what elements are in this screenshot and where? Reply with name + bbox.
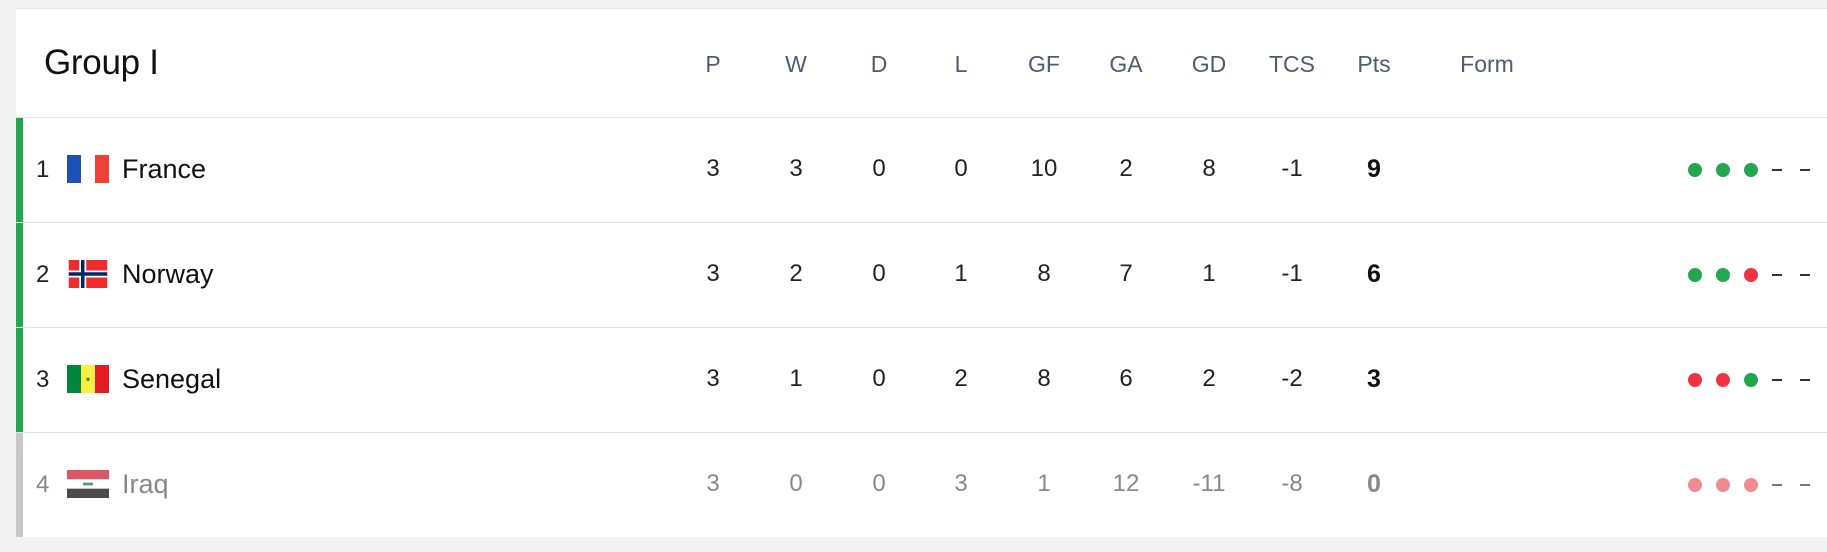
stat-lost: 1 [954,260,968,287]
stat-drawn: 0 [872,365,886,392]
stat-points: 3 [1367,365,1381,393]
stat-goals-for: 8 [1037,365,1051,392]
position: 4 [36,471,50,498]
stat-goals-against: 7 [1119,260,1133,287]
stat-played: 3 [706,260,720,287]
form-guide [1688,265,1827,285]
position: 2 [36,261,50,288]
form-loss-icon [1744,478,1758,492]
form-win-icon [1688,268,1702,282]
senegal-flag-icon [67,365,109,393]
form-loss-icon [1716,478,1730,492]
col-header-goals-against[interactable]: GA [1109,51,1142,78]
team-name[interactable]: Senegal [122,364,221,395]
form-empty-icon [1772,169,1782,171]
col-header-goal-difference[interactable]: GD [1192,51,1227,78]
stat-lost: 3 [954,470,968,497]
form-empty-icon [1800,169,1810,171]
qualification-bar [16,328,23,432]
stat-goal-difference: 8 [1202,155,1216,182]
stat-drawn: 0 [872,470,886,497]
team-name[interactable]: France [122,154,206,185]
stat-goals-against: 6 [1119,365,1133,392]
form-empty-icon [1772,379,1782,381]
form-win-icon [1744,373,1758,387]
stat-points: 9 [1367,155,1381,183]
stat-won: 1 [789,365,803,392]
france-flag-icon [67,155,109,183]
table-row[interactable]: 1 France 3 3 0 0 10 2 8 -1 9 [16,118,1827,223]
stat-tcs: -1 [1281,260,1303,287]
col-header-goals-for[interactable]: GF [1028,51,1060,78]
stat-goals-against: 2 [1119,155,1133,182]
table-row[interactable]: 3 Senegal 3 1 0 2 8 6 2 -2 3 [16,328,1827,433]
stat-lost: 2 [954,365,968,392]
position: 1 [36,156,50,183]
stat-points: 0 [1367,470,1381,498]
col-header-form[interactable]: Form [1460,51,1514,78]
form-empty-icon [1772,484,1782,486]
form-empty-icon [1800,484,1810,486]
form-guide [1688,475,1827,495]
stat-won: 0 [789,470,803,497]
form-loss-icon [1716,373,1730,387]
form-loss-icon [1744,268,1758,282]
iraq-flag-icon [67,470,109,498]
stat-goals-for: 1 [1037,470,1051,497]
stat-goals-for: 10 [1030,155,1058,182]
stat-tcs: -1 [1281,155,1303,182]
stat-played: 3 [706,470,720,497]
form-empty-icon [1772,274,1782,276]
qualification-bar [16,223,23,327]
group-title: Group I [44,43,159,82]
stat-goals-against: 12 [1112,470,1140,497]
form-win-icon [1716,163,1730,177]
table-row[interactable]: 4 Iraq 3 0 0 3 1 12 -11 -8 0 [16,433,1827,537]
form-guide [1688,160,1827,180]
stat-drawn: 0 [872,260,886,287]
team-name[interactable]: Norway [122,259,214,290]
elimination-bar [16,433,23,537]
stat-goal-difference: -11 [1192,470,1226,497]
stat-drawn: 0 [872,155,886,182]
stat-points: 6 [1367,260,1381,288]
team-name[interactable]: Iraq [122,469,169,500]
stat-lost: 0 [954,155,968,182]
col-header-drawn[interactable]: D [871,51,888,78]
stat-goals-for: 8 [1037,260,1051,287]
col-header-lost[interactable]: L [955,51,968,78]
form-guide [1688,370,1827,390]
stat-played: 3 [706,365,720,392]
form-loss-icon [1688,373,1702,387]
position: 3 [36,366,50,393]
form-loss-icon [1688,478,1702,492]
form-win-icon [1688,163,1702,177]
col-header-tcs[interactable]: TCS [1269,51,1315,78]
col-header-won[interactable]: W [785,51,807,78]
form-empty-icon [1800,274,1810,276]
stat-played: 3 [706,155,720,182]
norway-flag-icon [67,260,109,288]
stat-goal-difference: 1 [1202,260,1216,287]
col-header-played[interactable]: P [705,51,720,78]
group-standings-card: Group I P W D L GF GA GD TCS Pts Form 1 … [16,8,1827,537]
qualification-bar [16,118,23,222]
table-row[interactable]: 2 Norway 3 2 0 1 8 7 1 -1 6 [16,223,1827,328]
form-win-icon [1744,163,1758,177]
stat-won: 3 [789,155,803,182]
col-header-points[interactable]: Pts [1357,51,1390,78]
form-empty-icon [1800,379,1810,381]
stat-goal-difference: 2 [1202,365,1216,392]
stat-tcs: -8 [1281,470,1303,497]
table-header: Group I P W D L GF GA GD TCS Pts Form [16,9,1827,118]
form-win-icon [1716,268,1730,282]
stat-tcs: -2 [1281,365,1303,392]
stat-won: 2 [789,260,803,287]
